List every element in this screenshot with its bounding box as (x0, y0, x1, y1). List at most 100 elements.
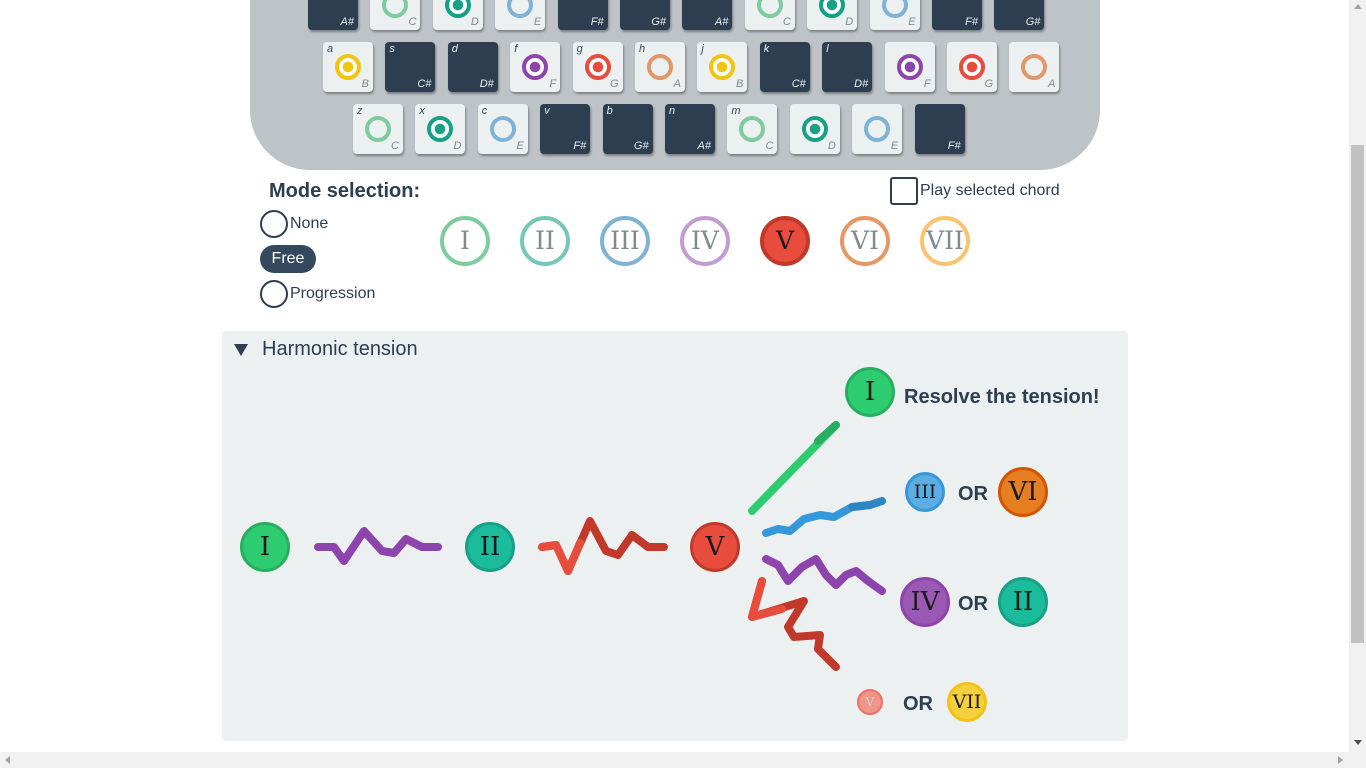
key-c-e[interactable]: cE (477, 104, 528, 154)
resolve-node-i: I (845, 367, 895, 417)
resolve-node-ii: II (998, 577, 1048, 627)
key-letter: j (701, 43, 704, 55)
key-extra-c[interactable]: C (744, 0, 795, 30)
chord-ring-icon (881, 0, 908, 18)
chord-ring-icon (444, 0, 471, 18)
key-extra-c[interactable]: C (370, 0, 421, 30)
play-selected-label: Play selected chord (920, 182, 1060, 199)
key-letter: l (826, 43, 829, 55)
key-note: G (610, 78, 619, 90)
key-note: F# (947, 140, 961, 152)
key-note: C (408, 16, 417, 28)
key-extra-e[interactable]: E (852, 104, 903, 154)
mode-none-radio[interactable] (260, 210, 288, 238)
key-letter: h (639, 43, 646, 55)
key-extra-fsharp[interactable]: F# (557, 0, 608, 30)
key-letter: s (389, 43, 395, 55)
chord-button-vii[interactable]: VII (920, 216, 970, 266)
arrow-right-icon[interactable] (1338, 756, 1343, 764)
key-b-gsharp[interactable]: b G# (602, 104, 653, 154)
key-note: B (361, 78, 369, 90)
resolve-text: Resolve the tension! (904, 386, 1100, 408)
key-g-g[interactable]: gG (572, 42, 623, 92)
key-note: D# (854, 78, 869, 90)
key-note: C (391, 140, 399, 152)
play-selected-checkbox[interactable] (890, 177, 918, 205)
resolve-node-vii: VII (947, 682, 987, 722)
key-note: E (516, 140, 524, 152)
key-extra-f[interactable]: F (884, 42, 935, 92)
chord-button-vi[interactable]: VI (840, 216, 890, 266)
key-letter: g (576, 43, 583, 55)
key-letter: f (514, 43, 518, 55)
horizontal-scrollbar[interactable] (0, 752, 1366, 768)
chord-button-iv[interactable]: IV (680, 216, 730, 266)
key-l-dsharp[interactable]: l D# (822, 42, 873, 92)
chord-button-iii[interactable]: III (600, 216, 650, 266)
vertical-scroll-thumb[interactable] (1351, 145, 1364, 643)
key-letter: a (327, 43, 334, 55)
key-note: G (984, 78, 993, 90)
key-extra-fsharp[interactable]: F# (914, 104, 965, 154)
arrow-down-icon[interactable] (1354, 740, 1362, 745)
key-z-c[interactable]: zC (353, 104, 403, 154)
key-letter: k (763, 43, 770, 55)
key-k-csharp[interactable]: k C# (759, 42, 810, 92)
resolve-node-iii: III (905, 472, 945, 512)
mode-selection-title: Mode selection: (269, 180, 421, 202)
arrow-left-icon[interactable] (5, 756, 10, 764)
key-m-c[interactable]: mC (727, 104, 778, 154)
key-extra-e[interactable]: E (495, 0, 546, 30)
resolve-node-iv: IV (900, 577, 950, 627)
key-extra-d[interactable]: D (789, 104, 840, 154)
key-extra-asharp[interactable]: A# (308, 0, 358, 30)
chord-ring-icon (756, 0, 783, 18)
chord-button-i[interactable]: I (440, 216, 490, 266)
chord-ring-icon (896, 54, 923, 80)
key-note: B (736, 78, 744, 90)
key-n-asharp[interactable]: n A# (665, 104, 715, 154)
key-letter: m (731, 105, 741, 117)
key-extra-d[interactable]: D (432, 0, 483, 30)
key-note: E (890, 140, 899, 152)
chord-ring-icon (365, 116, 391, 142)
chord-ring-icon (801, 116, 828, 142)
mode-progression-radio[interactable] (260, 280, 288, 308)
key-h-a[interactable]: hA (635, 42, 685, 92)
key-d-dsharp[interactable]: d D# (447, 42, 498, 92)
key-extra-a[interactable]: A (1009, 42, 1060, 92)
key-f-f[interactable]: fF (510, 42, 561, 92)
key-extra-e[interactable]: E (869, 0, 920, 30)
key-note: C# (417, 78, 432, 90)
key-a-b[interactable]: aB (323, 42, 373, 92)
key-extra-asharp[interactable]: A# (682, 0, 733, 30)
chord-ring-icon (584, 54, 611, 80)
key-letter: v (544, 105, 550, 117)
key-s-csharp[interactable]: s C# (385, 42, 436, 92)
arrow-up-icon[interactable] (1354, 4, 1362, 9)
key-extra-d[interactable]: D (807, 0, 858, 30)
chord-button-ii[interactable]: II (520, 216, 570, 266)
key-note: D (827, 140, 836, 152)
chord-ring-icon (507, 0, 534, 18)
key-extra-fsharp[interactable]: F# (932, 0, 982, 30)
key-v-fsharp[interactable]: v F# (540, 104, 591, 154)
chord-button-v[interactable]: V (760, 216, 810, 266)
key-extra-gsharp[interactable]: G# (994, 0, 1045, 30)
key-note: C (765, 140, 774, 152)
key-x-d[interactable]: xD (415, 104, 466, 154)
key-j-b[interactable]: jB (697, 42, 748, 92)
key-note: A (673, 78, 681, 90)
mode-free-button[interactable]: Free (260, 245, 316, 273)
key-note: A# (697, 140, 711, 152)
key-note: D# (479, 78, 494, 90)
tension-line-v-iv (762, 555, 886, 595)
key-note: D (845, 16, 854, 28)
chord-ring-icon (959, 54, 985, 80)
key-extra-gsharp[interactable]: G# (620, 0, 670, 30)
key-letter: b (606, 105, 613, 117)
key-letter: c (481, 105, 488, 117)
resolve-node-vi: VI (998, 467, 1048, 517)
key-extra-g[interactable]: G (947, 42, 997, 92)
key-letter: x (419, 105, 425, 117)
